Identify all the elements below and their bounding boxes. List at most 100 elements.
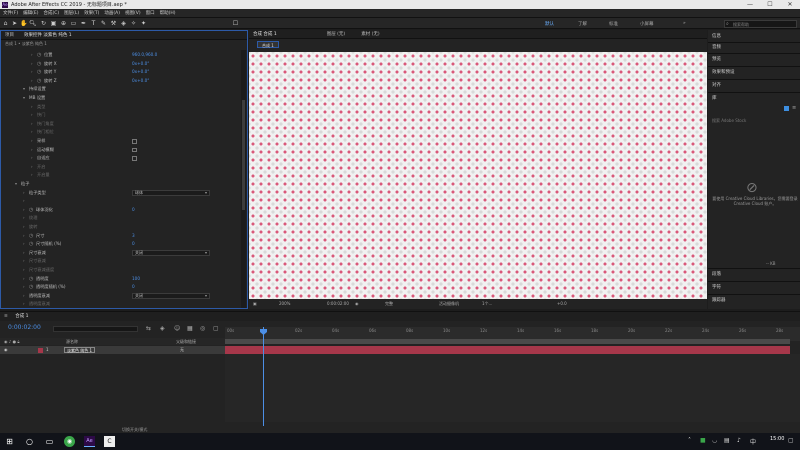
disclosure-arrow-icon[interactable]: ›: [23, 206, 25, 214]
rectangle-tool-icon[interactable]: ▭: [70, 20, 77, 27]
stopwatch-icon[interactable]: ◷: [37, 51, 41, 59]
show-hidden-icons[interactable]: ˄: [688, 437, 691, 444]
help-search-input[interactable]: ⌕ 搜索帮助: [724, 20, 797, 28]
effect-property-row[interactable]: › 类型: [1, 103, 239, 111]
pen-tool-icon[interactable]: ✒: [80, 20, 87, 27]
tab-effect-controls[interactable]: 效果控件 淡紫色 纯色 1: [24, 32, 72, 38]
snapping-checkbox-icon[interactable]: ☐: [232, 20, 239, 27]
effect-property-row[interactable]: ▾ 持续设置: [1, 85, 239, 93]
disclosure-arrow-icon[interactable]: ›: [31, 120, 33, 128]
property-dropdown[interactable]: 关闭: [132, 250, 210, 256]
stopwatch-icon[interactable]: ◷: [37, 77, 41, 85]
panel-character[interactable]: 字符: [712, 284, 721, 290]
notification-icon[interactable]: ▢: [788, 437, 794, 444]
windows-start-icon[interactable]: ⊞: [4, 436, 15, 447]
property-checkbox[interactable]: [132, 147, 137, 153]
menu-effect[interactable]: 效果(T): [84, 10, 99, 16]
tray-app-icon[interactable]: ■: [700, 437, 706, 444]
effect-property-row[interactable]: › ◷ 位置 960.0,960.0: [1, 51, 239, 59]
disclosure-arrow-icon[interactable]: ›: [23, 197, 25, 205]
menu-window[interactable]: 窗口: [146, 10, 155, 16]
property-value[interactable]: 100: [132, 275, 140, 283]
effect-property-row[interactable]: ›: [1, 197, 239, 205]
disclosure-arrow-icon[interactable]: ›: [23, 300, 25, 308]
exposure-value[interactable]: +0.0: [557, 299, 567, 309]
effect-controls-scrollbar[interactable]: [241, 50, 246, 308]
disclosure-arrow-icon[interactable]: ›: [23, 249, 25, 257]
property-checkbox[interactable]: [132, 156, 137, 161]
brush-tool-icon[interactable]: ✎: [100, 20, 107, 27]
zoom-tool-icon[interactable]: 🔍︎: [29, 20, 37, 27]
disclosure-arrow-icon[interactable]: ›: [23, 214, 25, 222]
puppet-tool-icon[interactable]: ✦: [140, 20, 147, 27]
effect-property-row[interactable]: ▾ MB 设置: [1, 94, 239, 102]
after-effects-taskbar-icon[interactable]: Ae: [84, 436, 95, 447]
workspace-more[interactable]: »: [683, 21, 686, 26]
disclosure-arrow-icon[interactable]: ›: [23, 189, 25, 197]
menu-view[interactable]: 视图(V): [125, 10, 141, 16]
disclosure-arrow-icon[interactable]: ›: [23, 240, 25, 248]
tray-wifi-icon[interactable]: ◡: [712, 437, 717, 444]
snapshot-icon[interactable]: ◉: [355, 299, 359, 309]
property-dropdown[interactable]: 球体: [132, 190, 210, 196]
stopwatch-icon[interactable]: ◷: [37, 68, 41, 76]
stopwatch-icon[interactable]: ◷: [29, 240, 33, 248]
camera-tool-icon[interactable]: ▣: [50, 20, 57, 27]
disclosure-arrow-icon[interactable]: ›: [31, 103, 33, 111]
cortana-search-icon[interactable]: ○: [24, 436, 35, 447]
layer-search-input[interactable]: [53, 326, 138, 332]
composition-canvas[interactable]: [249, 52, 707, 299]
panel-audio[interactable]: 音频: [712, 44, 721, 50]
disclosure-arrow-icon[interactable]: ›: [23, 275, 25, 283]
effect-property-row[interactable]: › 快门角度: [1, 120, 239, 128]
workspace-small-screen[interactable]: 小屏幕: [640, 21, 654, 27]
tab-footage[interactable]: 素材 (无): [361, 31, 379, 37]
effect-property-row[interactable]: › ◷ 旋转 X 0x+0.0°: [1, 60, 239, 68]
col-parent[interactable]: 父级和链接: [176, 338, 196, 345]
effect-property-row[interactable]: › ◷ 尺寸随机 (%) 0: [1, 240, 239, 248]
disclosure-arrow-icon[interactable]: ›: [23, 257, 25, 265]
effect-property-row[interactable]: › 运动模糊: [1, 146, 239, 154]
property-checkbox[interactable]: [132, 139, 137, 144]
home-icon[interactable]: ⌂: [2, 20, 9, 27]
effect-property-row[interactable]: › ◷ 透明度随机 (%) 0: [1, 283, 239, 291]
stopwatch-icon[interactable]: ◷: [29, 232, 33, 240]
effect-property-row[interactable]: › 采样: [1, 137, 239, 145]
disclosure-arrow-icon[interactable]: ›: [31, 146, 33, 154]
panel-align[interactable]: 对齐: [712, 82, 721, 88]
tab-project[interactable]: 项目: [5, 32, 14, 38]
layer-parent-dropdown[interactable]: 无: [180, 346, 184, 354]
property-value[interactable]: 0: [132, 283, 135, 291]
wechat-icon[interactable]: ◉: [64, 436, 75, 447]
effect-property-row[interactable]: › 尺寸衰减 关闭: [1, 249, 239, 257]
panel-info[interactable]: 信息: [712, 33, 721, 39]
maximize-button[interactable]: ☐: [760, 0, 780, 9]
frame-blend-icon[interactable]: ▦: [187, 325, 193, 332]
workspace-standard[interactable]: 标准: [609, 21, 618, 27]
effect-property-row[interactable]: › ◷ 透明度 100: [1, 275, 239, 283]
disclosure-arrow-icon[interactable]: ▾: [15, 180, 17, 188]
disclosure-arrow-icon[interactable]: ▾: [23, 85, 25, 93]
stamp-tool-icon[interactable]: ⚒: [110, 20, 117, 27]
tab-composition[interactable]: 合成 合成 1: [253, 31, 277, 37]
effect-property-row[interactable]: › 旋转: [1, 223, 239, 231]
property-value[interactable]: 0x+0.0°: [132, 68, 149, 76]
timeline-menu-icon[interactable]: ≡: [4, 314, 8, 319]
scrollbar-thumb[interactable]: [242, 100, 245, 210]
disclosure-arrow-icon[interactable]: ›: [31, 171, 33, 179]
tab-layer[interactable]: 图层 (无): [327, 31, 345, 37]
disclosure-arrow-icon[interactable]: ›: [23, 266, 25, 274]
effect-property-row[interactable]: › 粒子类型 球体: [1, 189, 239, 197]
app-taskbar-icon[interactable]: C: [104, 436, 115, 447]
layer-label-color[interactable]: [38, 347, 43, 353]
disclosure-arrow-icon[interactable]: ›: [31, 68, 33, 76]
menu-composition[interactable]: 合成(C): [43, 10, 59, 16]
always-preview-icon[interactable]: ▣: [253, 299, 257, 309]
hand-tool-icon[interactable]: ✋: [20, 20, 27, 27]
disclosure-arrow-icon[interactable]: ▾: [23, 94, 25, 102]
layer-name[interactable]: 淡紫色 纯色 1: [64, 347, 96, 353]
tray-ime-icon[interactable]: 中: [750, 437, 756, 446]
layer-row[interactable]: ◉ 1 淡紫色 纯色 1 无: [0, 346, 225, 354]
taskbar-clock[interactable]: 15:00: [770, 436, 784, 442]
effect-property-row[interactable]: ▾ 粒子: [1, 180, 239, 188]
